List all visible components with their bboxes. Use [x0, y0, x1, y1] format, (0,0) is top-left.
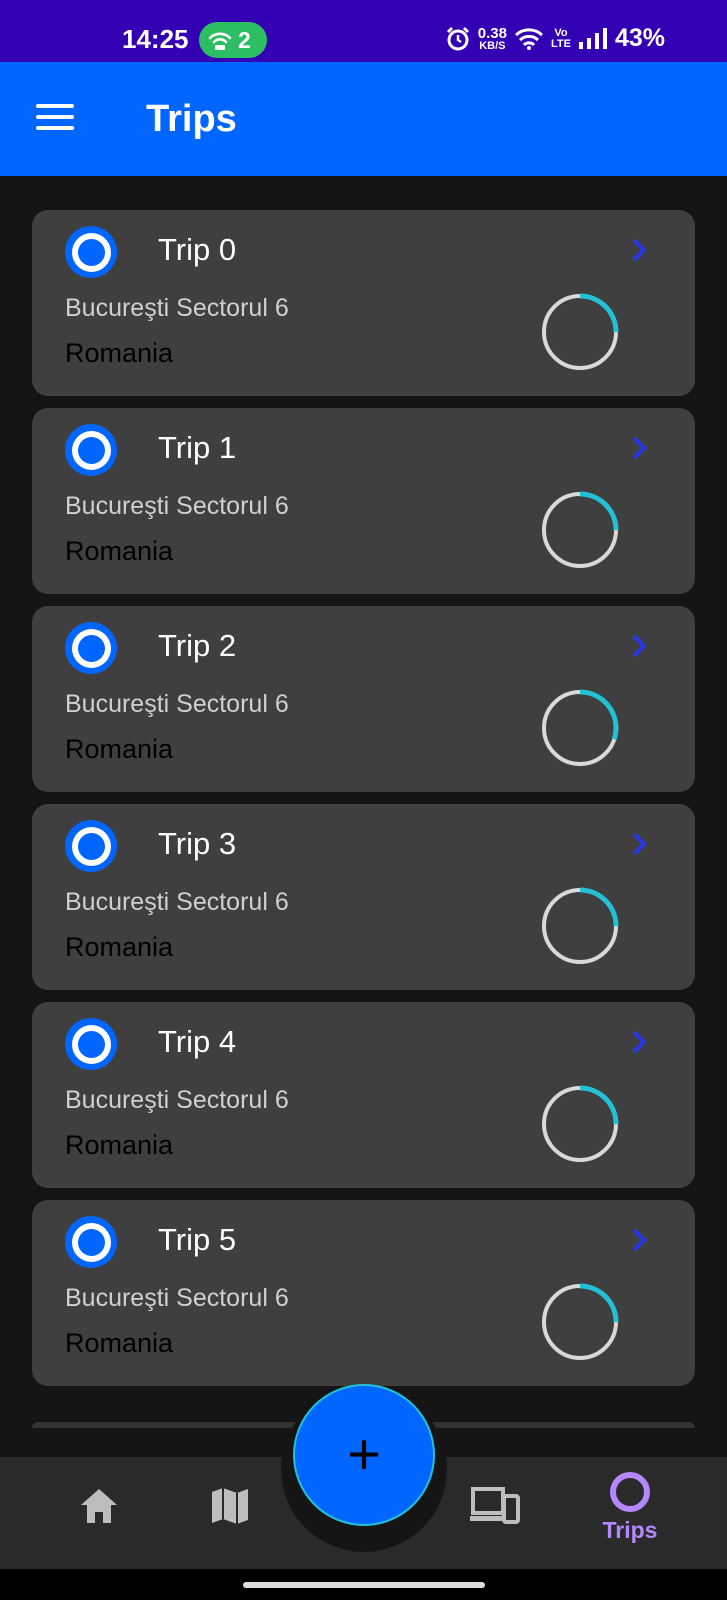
- trip-card[interactable]: Trip 4 Bucureşti Sectorul 6 Romania: [32, 1002, 695, 1188]
- trip-card[interactable]: Trip 2 Bucureşti Sectorul 6 Romania: [32, 606, 695, 792]
- trip-title: Trip 3: [158, 826, 237, 861]
- plus-icon: +: [347, 1422, 381, 1487]
- trip-city: Bucureşti Sectorul 6: [65, 492, 289, 520]
- trip-title: Trip 0: [158, 232, 237, 267]
- trip-card[interactable]: Trip 0 Bucureşti Sectorul 6 Romania: [32, 210, 695, 396]
- trip-progress-ring: [541, 293, 619, 371]
- signal-icon: [578, 27, 607, 49]
- chevron-right-icon[interactable]: [627, 828, 651, 860]
- trip-title: Trip 4: [158, 1024, 237, 1059]
- app-bar: Trips: [0, 62, 727, 176]
- trip-list[interactable]: Trip 0 Bucureşti Sectorul 6 Romania Trip…: [32, 210, 695, 1428]
- trip-ring-icon: [65, 820, 117, 872]
- status-time: 14:25: [122, 24, 189, 54]
- page-title: Trips: [146, 98, 237, 140]
- trips-screen: 14:25 2 0.38 KB/S Vo LTE 43% Trips Trip …: [0, 0, 727, 1600]
- trip-city: Bucureşti Sectorul 6: [65, 888, 289, 916]
- trip-card[interactable]: Trip 3 Bucureşti Sectorul 6 Romania: [32, 804, 695, 990]
- chevron-right-icon[interactable]: [627, 234, 651, 266]
- chevron-right-icon[interactable]: [627, 432, 651, 464]
- trip-ring-icon: [65, 424, 117, 476]
- trip-progress-ring: [541, 1283, 619, 1361]
- hotspot-icon: [208, 32, 232, 50]
- chevron-right-icon[interactable]: [627, 1224, 651, 1256]
- battery-level: 43%: [614, 24, 665, 52]
- hotspot-badge: 2: [199, 22, 267, 58]
- trip-title: Trip 1: [158, 430, 237, 465]
- trip-city: Bucureşti Sectorul 6: [65, 294, 289, 322]
- trip-title: Trip 5: [158, 1222, 237, 1257]
- nav-trips-label: Trips: [602, 1517, 658, 1543]
- hotspot-count: 2: [238, 26, 251, 53]
- gesture-bar[interactable]: [243, 1582, 485, 1588]
- trip-title: Trip 2: [158, 628, 237, 663]
- trip-progress-ring: [541, 887, 619, 965]
- trip-country: Romania: [65, 734, 174, 764]
- nav-trips[interactable]: Trips: [590, 1472, 670, 1552]
- trip-country: Romania: [65, 536, 174, 566]
- chevron-right-icon[interactable]: [627, 630, 651, 662]
- volte-bottom: LTE: [550, 37, 571, 50]
- trip-country: Romania: [65, 338, 174, 368]
- speed-unit: KB/S: [479, 39, 506, 52]
- add-trip-button[interactable]: +: [293, 1384, 435, 1526]
- trip-country: Romania: [65, 932, 174, 962]
- network-speed: 0.38 KB/S: [478, 26, 507, 52]
- menu-icon[interactable]: [36, 104, 76, 134]
- trip-progress-ring: [541, 1085, 619, 1163]
- trip-country: Romania: [65, 1328, 174, 1358]
- trips-ring-icon: [610, 1472, 650, 1512]
- trip-card[interactable]: Trip 1 Bucureşti Sectorul 6 Romania: [32, 408, 695, 594]
- wifi-icon: [514, 27, 544, 50]
- trip-progress-ring: [541, 689, 619, 767]
- trip-ring-icon: [65, 622, 117, 674]
- speed-value: 0.38: [477, 24, 507, 42]
- home-icon[interactable]: [79, 1486, 119, 1526]
- trip-card[interactable]: Trip 5 Bucureşti Sectorul 6 Romania: [32, 1200, 695, 1386]
- trip-ring-icon: [65, 226, 117, 278]
- alarm-icon: [446, 26, 469, 50]
- volte-indicator: Vo LTE: [550, 26, 571, 50]
- chevron-right-icon[interactable]: [627, 1026, 651, 1058]
- trip-progress-ring: [541, 491, 619, 569]
- trip-ring-icon: [65, 1018, 117, 1070]
- trip-city: Bucureşti Sectorul 6: [65, 690, 289, 718]
- status-icons: 0.38 KB/S Vo LTE 43%: [445, 24, 665, 53]
- trip-city: Bucureşti Sectorul 6: [65, 1086, 289, 1114]
- trip-ring-icon: [65, 1216, 117, 1268]
- trip-city: Bucureşti Sectorul 6: [65, 1284, 289, 1312]
- volte-top: Vo: [554, 26, 568, 39]
- trip-country: Romania: [65, 1130, 174, 1160]
- status-bar: 14:25 2 0.38 KB/S Vo LTE 43%: [0, 0, 727, 62]
- devices-icon[interactable]: [470, 1486, 520, 1526]
- map-icon[interactable]: [211, 1486, 249, 1526]
